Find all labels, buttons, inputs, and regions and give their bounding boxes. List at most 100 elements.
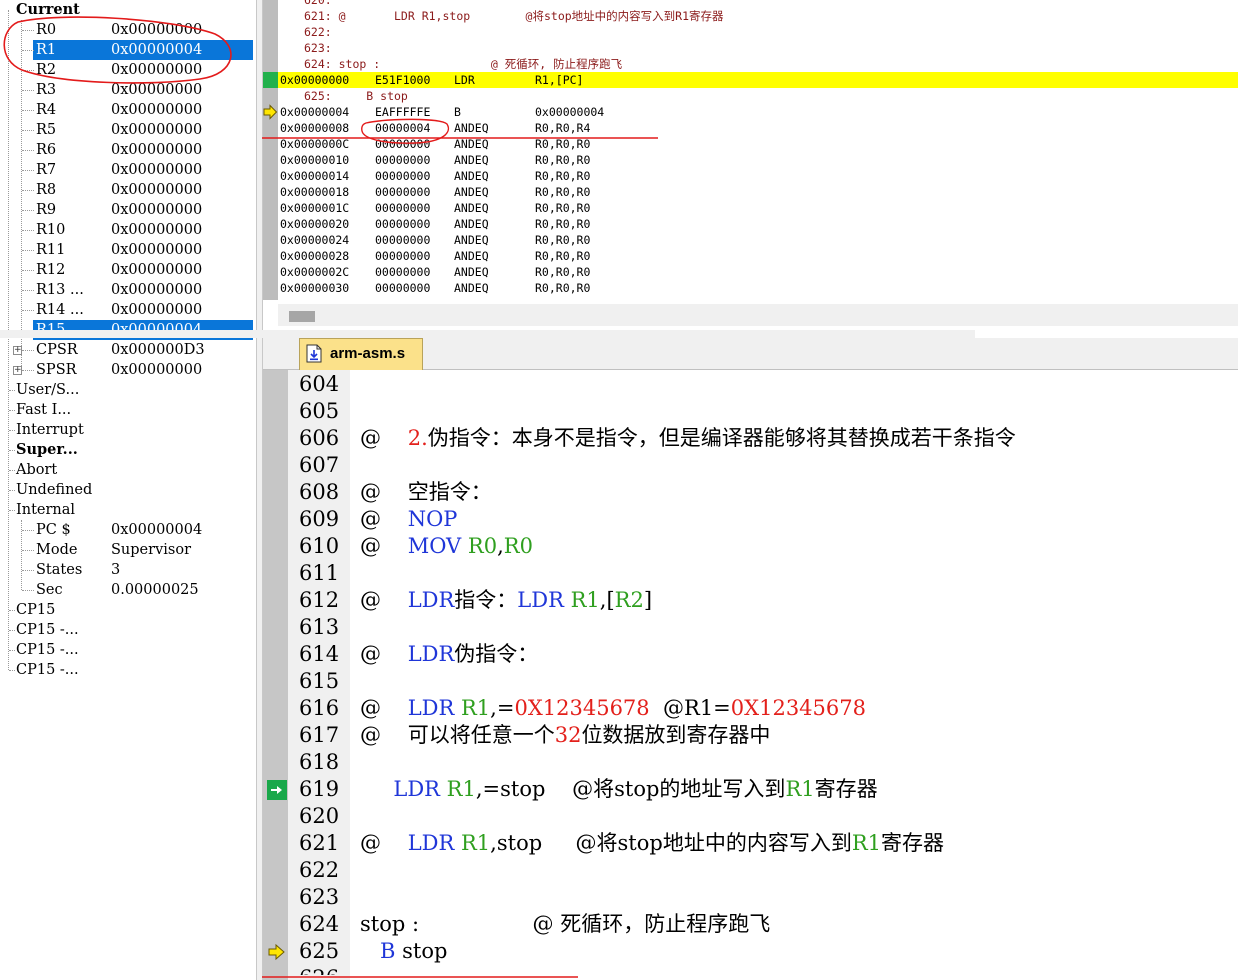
register-value[interactable]: 0x00000000 bbox=[111, 60, 202, 80]
code-line[interactable]: 613 bbox=[263, 614, 1238, 641]
cp15-item[interactable]: CP15 -... bbox=[0, 640, 256, 660]
register-mode-item[interactable]: Super... bbox=[0, 440, 256, 460]
register-row[interactable]: R13 ... 0x00000000 bbox=[0, 280, 256, 300]
disasm-instruction-line[interactable]: 0x00000014 00000000 ANDEQ R0,R0,R0 bbox=[278, 168, 1238, 184]
code-line[interactable]: 620 bbox=[263, 803, 1238, 830]
disasm-instruction-line[interactable]: 0x00000028 00000000 ANDEQ R0,R0,R0 bbox=[278, 248, 1238, 264]
register-row[interactable]: R14 ... 0x00000000 bbox=[0, 300, 256, 320]
code-line[interactable]: 604 bbox=[263, 371, 1238, 398]
register-row[interactable]: R4 0x00000000 bbox=[0, 100, 256, 120]
register-row[interactable]: R3 0x00000000 bbox=[0, 80, 256, 100]
disasm-instruction-line[interactable]: 0x00000024 00000000 ANDEQ R0,R0,R0 bbox=[278, 232, 1238, 248]
disasm-instruction-line[interactable]: 0x00000010 00000000 ANDEQ R0,R0,R0 bbox=[278, 152, 1238, 168]
internal-register-row[interactable]: PC $ 0x00000004 bbox=[0, 520, 256, 540]
cp15-item[interactable]: CP15 bbox=[0, 600, 256, 620]
register-value[interactable]: 0x00000000 bbox=[111, 160, 202, 180]
pane-splitter-horizontal[interactable] bbox=[0, 330, 975, 338]
internal-register-value[interactable]: Supervisor bbox=[111, 540, 191, 560]
register-mode-item[interactable]: Undefined bbox=[0, 480, 256, 500]
code-line[interactable]: 616 @ LDR R1,=0X12345678 @R1=0X12345678 bbox=[263, 695, 1238, 722]
disasm-instruction-line[interactable]: 0x00000008 00000004 ANDEQ R0,R0,R4 bbox=[278, 120, 1238, 136]
code-line[interactable]: 626 bbox=[263, 965, 1238, 975]
register-row[interactable]: R5 0x00000000 bbox=[0, 120, 256, 140]
register-value[interactable]: 0x00000004 bbox=[111, 40, 202, 60]
disasm-source-line[interactable]: 623: bbox=[278, 40, 1238, 56]
register-row[interactable]: + CPSR 0x000000D3 bbox=[0, 340, 256, 360]
disasm-instruction-line[interactable]: 0x0000001C 00000000 ANDEQ R0,R0,R0 bbox=[278, 200, 1238, 216]
register-mode-item[interactable]: Interrupt bbox=[0, 420, 256, 440]
code-line[interactable]: 618 bbox=[263, 749, 1238, 776]
code-line[interactable]: 621 @ LDR R1,stop @将stop地址中的内容写入到R1寄存器 bbox=[263, 830, 1238, 857]
register-row[interactable]: R9 0x00000000 bbox=[0, 200, 256, 220]
code-line[interactable]: 606 @ 2.伪指令：本身不是指令，但是编译器能够将其替换成若干条指令 bbox=[263, 425, 1238, 452]
register-value[interactable]: 0x00000000 bbox=[111, 120, 202, 140]
register-row[interactable]: R0 0x00000000 bbox=[0, 20, 256, 40]
disasm-source-line[interactable]: 622: bbox=[278, 24, 1238, 40]
register-value[interactable]: 0x00000000 bbox=[111, 200, 202, 220]
code-line[interactable]: 623 bbox=[263, 884, 1238, 911]
code-line[interactable]: 609 @ NOP bbox=[263, 506, 1238, 533]
internal-register-value[interactable]: 3 bbox=[111, 560, 120, 580]
pane-splitter[interactable] bbox=[256, 0, 263, 980]
code-line[interactable]: 624 stop : @ 死循环，防止程序跑飞 bbox=[263, 911, 1238, 938]
register-value[interactable]: 0x00000000 bbox=[111, 260, 202, 280]
register-row[interactable]: R12 0x00000000 bbox=[0, 260, 256, 280]
disasm-instruction-line[interactable] bbox=[278, 296, 1238, 304]
cp15-item[interactable]: CP15 -... bbox=[0, 620, 256, 640]
register-value[interactable]: 0x000000D3 bbox=[111, 340, 205, 360]
disasm-source-line[interactable]: 625: B stop bbox=[278, 88, 1238, 104]
cp15-item[interactable]: CP15 -... bbox=[0, 660, 256, 680]
register-mode-item[interactable]: Internal bbox=[0, 500, 256, 520]
register-row[interactable]: R7 0x00000000 bbox=[0, 160, 256, 180]
register-value[interactable]: 0x00000000 bbox=[111, 80, 202, 100]
disasm-source-line[interactable]: 624: stop : @ 死循环, 防止程序跑飞 bbox=[278, 56, 1238, 72]
tab-arm-asm-s[interactable]: arm-asm.s bbox=[299, 338, 423, 370]
register-value[interactable]: 0x00000000 bbox=[111, 280, 202, 300]
register-value[interactable]: 0x00000000 bbox=[111, 360, 202, 380]
register-row[interactable]: R2 0x00000000 bbox=[0, 60, 256, 80]
code-line[interactable]: 610 @ MOV R0,R0 bbox=[263, 533, 1238, 560]
code-line[interactable]: 607 bbox=[263, 452, 1238, 479]
disasm-source-line[interactable]: 620: bbox=[278, 0, 1238, 8]
disasm-current-instruction[interactable]: 0x00000000 E51F1000 LDR R1,[PC] bbox=[278, 72, 1238, 88]
register-value[interactable]: 0x00000000 bbox=[111, 180, 202, 200]
register-value[interactable]: 0x00000000 bbox=[111, 100, 202, 120]
register-group-current[interactable]: Current bbox=[0, 0, 256, 20]
disasm-instruction-line[interactable]: 0x00000004 EAFFFFFE B 0x00000004 bbox=[278, 104, 1238, 120]
register-row[interactable]: R11 0x00000000 bbox=[0, 240, 256, 260]
register-value[interactable]: 0x00000000 bbox=[111, 240, 202, 260]
code-line[interactable]: 622 bbox=[263, 857, 1238, 884]
disassembly-horizontal-scrollbar[interactable] bbox=[278, 304, 1238, 326]
code-line[interactable]: 614 @ LDR伪指令： bbox=[263, 641, 1238, 668]
internal-register-row[interactable]: States 3 bbox=[0, 560, 256, 580]
register-row[interactable]: R1 0x00000004 bbox=[0, 40, 256, 60]
code-line[interactable]: 612 @ LDR指令：LDR R1,[R2] bbox=[263, 587, 1238, 614]
code-line[interactable]: 615 bbox=[263, 668, 1238, 695]
expand-icon[interactable]: + bbox=[13, 366, 22, 375]
source-editor[interactable]: 604 605 606 @ 2.伪指令：本身不是指令，但是编译器能够将其替换成若干条指… bbox=[263, 370, 1238, 980]
code-line[interactable]: 608 @ 空指令： bbox=[263, 479, 1238, 506]
disasm-instruction-line[interactable]: 0x0000002C 00000000 ANDEQ R0,R0,R0 bbox=[278, 264, 1238, 280]
register-mode-item[interactable]: User/S... bbox=[0, 380, 256, 400]
disasm-instruction-line[interactable]: 0x00000020 00000000 ANDEQ R0,R0,R0 bbox=[278, 216, 1238, 232]
expand-icon[interactable]: + bbox=[13, 346, 22, 355]
scrollbar-thumb[interactable] bbox=[289, 311, 315, 322]
internal-register-row[interactable]: Sec 0.00000025 bbox=[0, 580, 256, 600]
register-value[interactable]: 0x00000000 bbox=[111, 140, 202, 160]
register-value[interactable]: 0x00000000 bbox=[111, 220, 202, 240]
code-line[interactable]: 605 bbox=[263, 398, 1238, 425]
internal-register-value[interactable]: 0x00000004 bbox=[111, 520, 202, 540]
disasm-source-line[interactable]: 621: @ LDR R1,stop @将stop地址中的内容写入到R1寄存器 bbox=[278, 8, 1238, 24]
code-line[interactable]: 611 bbox=[263, 560, 1238, 587]
disasm-instruction-line[interactable]: 0x00000018 00000000 ANDEQ R0,R0,R0 bbox=[278, 184, 1238, 200]
register-mode-item[interactable]: Abort bbox=[0, 460, 256, 480]
internal-register-value[interactable]: 0.00000025 bbox=[111, 580, 199, 600]
code-line[interactable]: 619 LDR R1,=stop @将stop的地址写入到R1寄存器 bbox=[263, 776, 1238, 803]
register-mode-item[interactable]: Fast I... bbox=[0, 400, 256, 420]
register-value[interactable]: 0x00000000 bbox=[111, 300, 202, 320]
disasm-instruction-line[interactable]: 0x0000000C 00000000 ANDEQ R0,R0,R0 bbox=[278, 136, 1238, 152]
register-row[interactable]: R10 0x00000000 bbox=[0, 220, 256, 240]
register-value[interactable]: 0x00000000 bbox=[111, 20, 202, 40]
internal-register-row[interactable]: Mode Supervisor bbox=[0, 540, 256, 560]
code-line[interactable]: 617 @ 可以将任意一个32位数据放到寄存器中 bbox=[263, 722, 1238, 749]
